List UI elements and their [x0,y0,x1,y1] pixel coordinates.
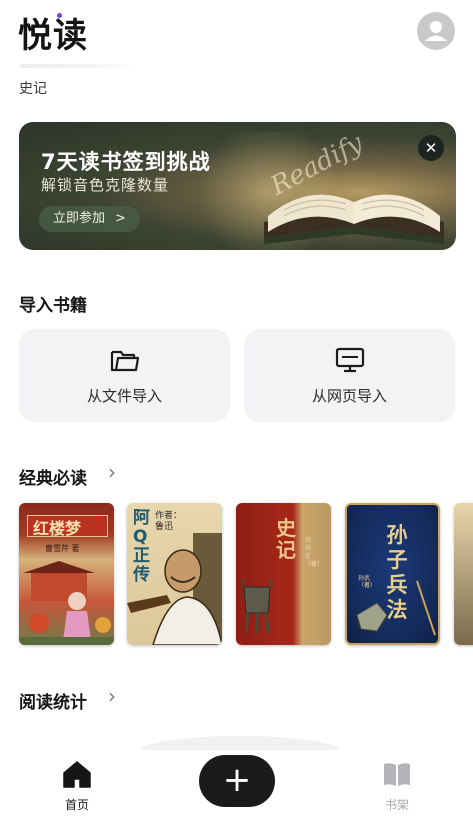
book-cover-ah-q[interactable]: 阿Q正传 作者：鲁迅 [127,503,222,645]
close-icon[interactable]: ✕ [418,135,444,161]
book-title: 史记 [276,516,296,562]
book-icon [384,763,410,786]
banner-subtitle: 解锁音色克隆数量 [41,176,170,194]
bronze-vessel-illustration [241,578,273,634]
bottom-nav: 首页 + 书架 [0,750,473,822]
promo-banner[interactable]: Readify 7天读书签到挑战 解锁音色克隆数量 立即参加 > ✕ [19,122,456,250]
avatar[interactable] [417,12,455,50]
import-from-web-button[interactable]: 从网页导入 [244,329,455,422]
banner-title: 7天读书签到挑战 [41,150,211,174]
user-icon [425,21,447,41]
chevron-right-icon[interactable]: › [108,460,116,484]
join-now-label: 立即参加 [53,211,106,226]
pavilion-illustration [19,561,114,645]
chevron-right-icon[interactable]: › [108,684,116,708]
monitor-icon [335,347,364,373]
nav-home-label: 首页 [64,798,89,812]
import-from-file-button[interactable]: 从文件导入 [19,329,230,422]
import-section-title: 导入书籍 [19,296,87,316]
book-author: 作者：鲁迅 [155,511,183,532]
import-from-file-label: 从文件导入 [86,387,162,405]
tab-indicator [20,64,138,68]
header: 悦读 史记 [0,0,473,110]
nav-bookshelf-label: 书架 [384,798,409,812]
classics-section-title[interactable]: 经典必读 [19,464,87,489]
brand-accent-dot [57,13,62,18]
home-icon [63,761,91,788]
portrait-illustration [127,533,222,645]
import-from-web-label: 从网页导入 [311,387,387,405]
ancient-coin-illustration [356,580,436,636]
book-cover-hongloumeng[interactable]: 红楼梦 曹雪芹 著 [19,503,114,645]
join-now-button[interactable]: 立即参加 > [39,206,140,232]
recent-book-label[interactable]: 史记 [19,78,47,98]
chevron-right-icon: > [115,211,126,226]
book-cover-partial[interactable] [454,503,473,645]
nav-home[interactable]: 首页 [37,760,117,813]
app-title: 悦读 [18,16,88,56]
book-author: 司马迁（著） [305,537,324,568]
folder-icon [110,350,139,372]
nav-bookshelf[interactable]: 书架 [357,760,437,813]
add-book-button[interactable]: + [199,755,275,807]
book-title: 红楼梦 [33,519,82,538]
book-cover-shiji[interactable]: 史记 司马迁（著） [236,503,331,645]
stats-section-title[interactable]: 阅读统计 [19,688,87,713]
book-cover-sunzi[interactable]: 孙子兵法 孙武（著） [345,503,440,645]
